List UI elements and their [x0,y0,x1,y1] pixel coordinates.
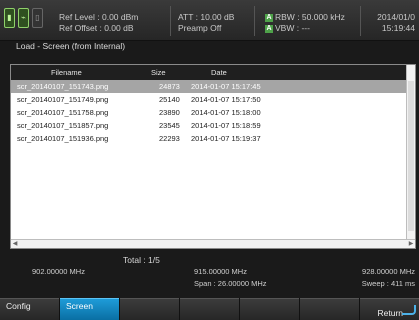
softkey-config[interactable]: Config [0,298,59,320]
softkey-screen[interactable]: Screen [60,298,119,320]
attenuation-readout: ATT : 10.00 dB Preamp Off [178,12,234,34]
ref-level-readout: Ref Level : 0.00 dBm Ref Offset : 0.00 d… [59,12,138,34]
file-date: 2014-01-07 15:18:59 [191,121,261,130]
table-row[interactable]: scr_20140107_151936.png 22293 2014-01-07… [11,132,407,145]
file-size: 22293 [159,134,180,143]
file-size: 24873 [159,82,180,91]
scroll-right-icon[interactable]: ▶ [407,240,415,248]
date: 2014/01/0 [377,12,415,22]
rbw: RBW : 50.000 kHz [275,12,345,22]
battery-icon: ▮ [4,8,15,28]
bandwidth-readout: A RBW : 50.000 kHz A VBW : --- [265,12,345,34]
divider [360,6,361,36]
file-size: 25140 [159,95,180,104]
file-date: 2014-01-07 15:19:37 [191,134,261,143]
scroll-left-icon[interactable]: ◀ [11,240,19,248]
softkey-6[interactable] [300,298,359,320]
return-button[interactable]: Return [360,298,419,320]
stop-frequency: 928.00000 MHz [362,267,415,276]
column-size[interactable]: Size [151,68,166,77]
start-frequency: 902.00000 MHz [32,267,85,276]
vertical-scrollbar[interactable] [406,65,415,240]
file-name: scr_20140107_151743.png [17,82,109,91]
file-date: 2014-01-07 15:17:45 [191,82,261,91]
preamp: Preamp Off [178,23,222,33]
file-name: scr_20140107_151758.png [17,108,109,117]
divider [254,6,255,36]
softkey-bar: Config Screen Return [0,298,419,320]
table-row[interactable]: scr_20140107_151749.png 25140 2014-01-07… [11,93,407,106]
softkey-4[interactable] [180,298,239,320]
usb-icon: ⌁ [18,8,29,28]
file-name: scr_20140107_151936.png [17,134,109,143]
status-icons: ▮ ⌁ ▯ [4,8,43,28]
page-title: Load - Screen (from Internal) [16,41,126,51]
horizontal-scrollbar[interactable]: ◀ ▶ [11,239,415,248]
time: 15:19:44 [381,23,415,33]
return-arrow-icon [402,305,416,315]
attenuation: ATT : 10.00 dB [178,12,235,22]
table-row[interactable]: scr_20140107_151758.png 23890 2014-01-07… [11,106,407,119]
return-label: Return [377,308,403,318]
file-list-header: Filename Size Date [11,65,407,80]
divider [170,6,171,36]
file-rows: scr_20140107_151743.png 24873 2014-01-07… [11,80,407,145]
datetime: 2014/01/0 15:19:44 [377,12,415,34]
file-size: 23545 [159,121,180,130]
table-row[interactable]: scr_20140107_151857.png 23545 2014-01-07… [11,119,407,132]
ref-offset: Ref Offset : 0.00 dB [59,23,134,33]
file-name: scr_20140107_151857.png [17,121,109,130]
ref-level: Ref Level : 0.00 dBm [59,12,139,22]
file-total: Total : 1/5 [123,255,160,265]
softkey-5[interactable] [240,298,299,320]
scroll-thumb[interactable] [408,81,414,231]
file-date: 2014-01-07 15:18:00 [191,108,261,117]
column-date[interactable]: Date [211,68,227,77]
center-frequency: 915.00000 MHz [194,267,247,276]
vbw: VBW : --- [275,23,310,33]
auto-vbw-icon: A [265,24,273,33]
status-bar: ▮ ⌁ ▯ Ref Level : 0.00 dBm Ref Offset : … [0,0,419,41]
softkey-3[interactable] [120,298,179,320]
sweep-time: Sweep : 411 ms [361,279,415,288]
file-name: scr_20140107_151749.png [17,95,109,104]
span: Span : 26.00000 MHz [194,279,267,288]
memory-icon: ▯ [32,8,43,28]
file-date: 2014-01-07 15:17:50 [191,95,261,104]
file-list[interactable]: Filename Size Date scr_20140107_151743.p… [10,64,416,249]
file-size: 23890 [159,108,180,117]
auto-rbw-icon: A [265,13,273,22]
table-row[interactable]: scr_20140107_151743.png 24873 2014-01-07… [11,80,407,93]
column-filename[interactable]: Filename [51,68,82,77]
